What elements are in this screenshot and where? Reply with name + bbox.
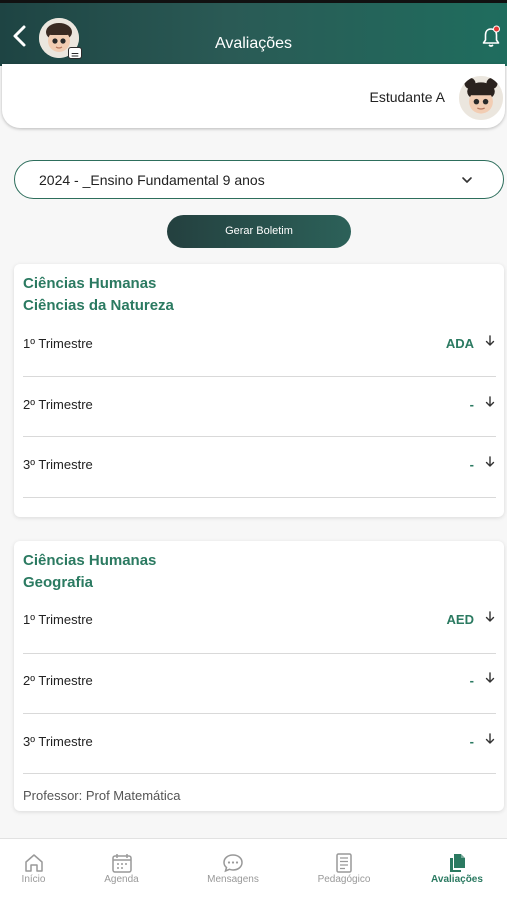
area-title: Ciências Humanas — [23, 552, 157, 569]
trimester-grade: ADA — [445, 336, 474, 351]
professor-name: Professor: Prof Matemática — [23, 788, 181, 803]
student-card: Estudante A — [2, 64, 505, 128]
subject-card: Ciências Humanas Geografia 1º Trimestre … — [14, 541, 504, 811]
arrow-down-icon[interactable] — [485, 672, 495, 684]
arrow-down-icon[interactable] — [485, 733, 495, 745]
trimester-label: 3º Trimestre — [23, 734, 93, 749]
files-icon — [450, 854, 465, 872]
area-title: Ciências Humanas — [23, 275, 157, 292]
nav-item-avaliacoes[interactable]: Avaliações — [422, 839, 492, 900]
row-divider — [23, 773, 496, 774]
home-icon — [24, 854, 43, 872]
top-app-bar: Avaliações — [0, 0, 507, 66]
nav-label: Avaliações — [431, 874, 483, 885]
row-divider — [23, 713, 496, 714]
trimester-label: 2º Trimestre — [23, 397, 93, 412]
year-select[interactable]: 2024 - _Ensino Fundamental 9 anos — [14, 160, 504, 199]
arrow-down-icon[interactable] — [485, 456, 495, 468]
page-title: Avaliações — [214, 35, 293, 52]
chat-icon — [223, 854, 243, 873]
student-name: Estudante A — [369, 89, 445, 105]
row-divider — [23, 376, 496, 377]
arrow-down-icon[interactable] — [485, 335, 495, 347]
nav-label: Mensagens — [207, 874, 259, 885]
nav-item-mensagens[interactable]: Mensagens — [197, 839, 269, 900]
student-avatar — [457, 74, 505, 122]
notification-bell-icon[interactable] — [481, 25, 501, 49]
bottom-navigation: Início Agenda Mensagens Pedagógico Avali… — [0, 838, 507, 900]
trimester-grade: AED — [446, 612, 474, 627]
document-icon — [336, 853, 352, 873]
row-divider — [23, 436, 496, 437]
trimester-label: 3º Trimestre — [23, 457, 93, 472]
row-divider — [23, 653, 496, 654]
trimester-grade: - — [469, 673, 474, 688]
row-divider — [23, 497, 496, 498]
nav-label: Pedagógico — [317, 874, 371, 885]
subject-card: Ciências Humanas Ciências da Natureza 1º… — [14, 264, 504, 517]
nav-item-inicio[interactable]: Início — [0, 839, 67, 900]
gerar-boletim-button[interactable]: Gerar Boletim — [167, 215, 351, 248]
nav-label: Agenda — [104, 874, 139, 885]
arrow-down-icon[interactable] — [485, 396, 495, 408]
chevron-down-icon — [462, 177, 472, 183]
nav-item-pedagogico[interactable]: Pedagógico — [308, 839, 380, 900]
trimester-label: 1º Trimestre — [23, 612, 93, 627]
arrow-down-icon[interactable] — [485, 611, 495, 623]
trimester-grade: - — [469, 457, 474, 472]
trimester-grade: - — [469, 734, 474, 749]
trimester-grade: - — [469, 397, 474, 412]
nav-label: Início — [21, 874, 46, 885]
calendar-icon — [111, 854, 132, 873]
nav-item-agenda[interactable]: Agenda — [88, 839, 155, 900]
trimester-label: 2º Trimestre — [23, 673, 93, 688]
year-select-value: 2024 - _Ensino Fundamental 9 anos — [39, 172, 265, 188]
subject-title: Geografia — [23, 574, 94, 591]
trimester-label: 1º Trimestre — [23, 336, 93, 351]
subject-title: Ciências da Natureza — [23, 297, 174, 314]
